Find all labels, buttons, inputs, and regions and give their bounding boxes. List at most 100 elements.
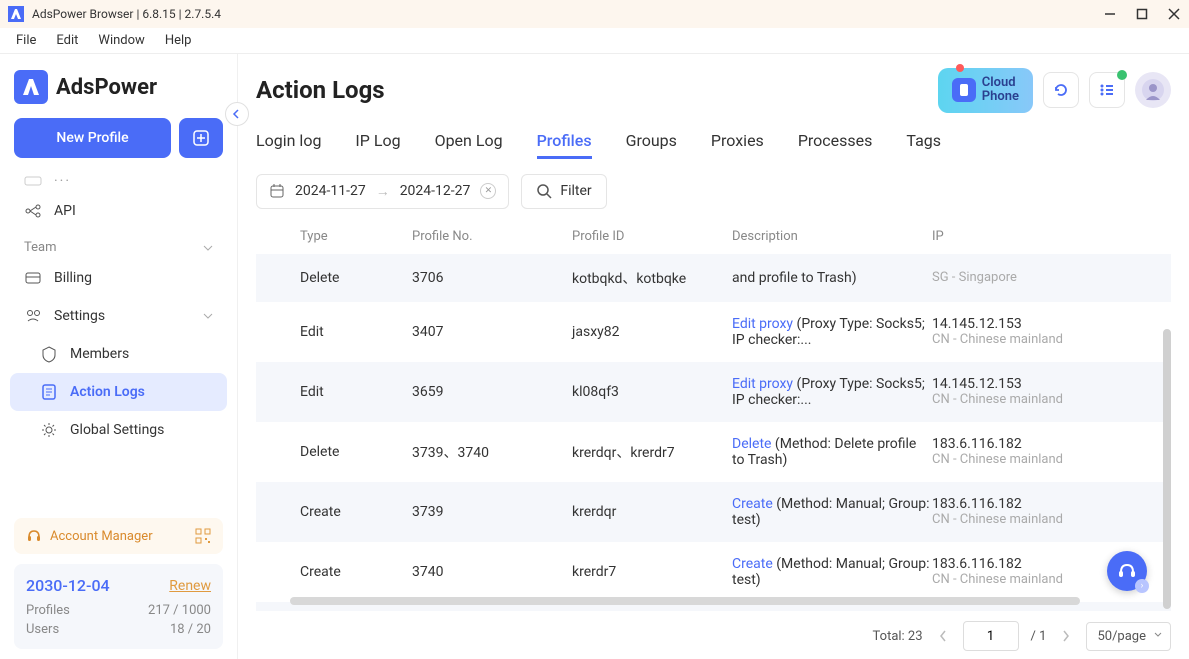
sidebar-item-global-settings[interactable]: Global Settings xyxy=(10,411,227,449)
description-link[interactable]: Edit proxy xyxy=(732,376,793,392)
col-header-description: Description xyxy=(732,229,932,244)
sidebar-item-label: API xyxy=(54,203,76,219)
cloud-phone-button[interactable]: Cloud Phone xyxy=(938,68,1033,113)
users-value: 18 / 20 xyxy=(170,622,211,637)
cell-profile-no: 3739 xyxy=(412,504,572,520)
sidebar-item-label: Global Settings xyxy=(70,422,164,438)
settings-icon xyxy=(24,307,42,325)
tab-processes[interactable]: Processes xyxy=(798,125,873,159)
logo-text: AdsPower xyxy=(56,75,157,100)
sidebar-collapse-button[interactable] xyxy=(225,102,249,126)
list-button[interactable] xyxy=(1089,72,1125,108)
cloud-phone-label: Cloud Phone xyxy=(982,76,1019,105)
rpa-icon xyxy=(24,172,42,190)
profiles-label: Profiles xyxy=(26,603,70,618)
description-link[interactable]: Create xyxy=(732,556,773,572)
table-body[interactable]: Delete3706kotbqkd、kotbqkeand profile to … xyxy=(256,254,1171,611)
notification-dot xyxy=(956,64,964,72)
next-page-button[interactable] xyxy=(1058,630,1074,642)
tab-proxies[interactable]: Proxies xyxy=(711,125,764,159)
sidebar-item-billing[interactable]: Billing xyxy=(10,259,227,297)
description-link[interactable]: Create xyxy=(732,496,773,512)
cell-ip: SG - Singapore xyxy=(932,270,1171,285)
table-row[interactable]: Edit3659kl08qf3Edit proxy (Proxy Type: S… xyxy=(256,362,1171,422)
date-range-picker[interactable]: 2024-11-27 → 2024-12-27 ✕ xyxy=(256,174,509,209)
headset-icon xyxy=(26,528,42,544)
sidebar-item-truncated[interactable]: ··· xyxy=(10,170,227,192)
cell-type: Edit xyxy=(256,384,412,400)
table-row[interactable]: Create3740krerdr7Create (Method: Manual;… xyxy=(256,542,1171,602)
sidebar-item-settings[interactable]: Settings xyxy=(10,297,227,335)
menubar: File Edit Window Help xyxy=(0,28,1189,54)
sidebar-item-api[interactable]: API xyxy=(10,192,227,230)
cell-profile-id: krerdr7 xyxy=(572,564,732,580)
description-link[interactable]: Edit proxy xyxy=(732,316,793,332)
table: Type Profile No. Profile ID Description … xyxy=(256,219,1171,611)
new-profile-button[interactable]: New Profile xyxy=(14,118,171,158)
tab-login-log[interactable]: Login log xyxy=(256,125,321,159)
menu-window[interactable]: Window xyxy=(88,31,154,50)
renew-link[interactable]: Renew xyxy=(169,578,211,594)
profiles-value: 217 / 1000 xyxy=(148,603,211,618)
tab-ip-log[interactable]: IP Log xyxy=(355,125,400,159)
menu-file[interactable]: File xyxy=(6,31,46,50)
status-dot xyxy=(1117,70,1127,80)
cell-profile-no: 3740 xyxy=(412,564,572,580)
vertical-scrollbar[interactable] xyxy=(1163,329,1171,609)
table-header: Type Profile No. Profile ID Description … xyxy=(256,219,1171,254)
search-icon xyxy=(536,183,552,199)
table-row[interactable]: Delete3739、3740krerdqr、krerdr7Delete (Me… xyxy=(256,422,1171,482)
col-header-profile-id: Profile ID xyxy=(572,229,732,244)
users-label: Users xyxy=(26,622,59,637)
account-manager-button[interactable]: Account Manager xyxy=(14,518,223,554)
tab-profiles[interactable]: Profiles xyxy=(537,125,592,159)
tab-groups[interactable]: Groups xyxy=(626,125,677,159)
maximize-button[interactable] xyxy=(1135,7,1149,21)
table-row[interactable]: Create3739krerdqrCreate (Method: Manual;… xyxy=(256,482,1171,542)
page-title: Action Logs xyxy=(256,76,385,104)
prev-page-button[interactable] xyxy=(935,630,951,642)
cell-ip: 14.145.12.153CN - Chinese mainland xyxy=(932,376,1171,407)
cell-description: and profile to Trash) xyxy=(732,270,932,286)
avatar-button[interactable] xyxy=(1135,72,1171,108)
table-row[interactable]: Edit3407jasxy82Edit proxy (Proxy Type: S… xyxy=(256,302,1171,362)
sidebar-item-members[interactable]: Members xyxy=(10,335,227,373)
cell-type: Edit xyxy=(256,324,412,340)
filter-button[interactable]: Filter xyxy=(521,174,606,209)
refresh-button[interactable] xyxy=(1043,72,1079,108)
titlebar-title: AdsPower Browser | 6.8.15 | 2.7.5.4 xyxy=(32,7,221,21)
pagination: Total: 23 / 1 50/page xyxy=(256,611,1171,651)
cell-description: Create (Method: Manual; Group: test) xyxy=(732,496,932,528)
sidebar-item-action-logs[interactable]: Action Logs xyxy=(10,373,227,411)
clear-date-button[interactable]: ✕ xyxy=(480,183,496,199)
horizontal-scrollbar[interactable] xyxy=(290,597,1080,605)
description-link[interactable]: Delete xyxy=(732,436,771,452)
cell-profile-no: 3659 xyxy=(412,384,572,400)
page-size-select[interactable]: 50/page xyxy=(1086,622,1171,651)
tab-tags[interactable]: Tags xyxy=(906,125,941,159)
sidebar-item-label: Billing xyxy=(54,270,92,286)
cell-ip: 14.145.12.153CN - Chinese mainland xyxy=(932,316,1171,347)
sidebar-item-label: Members xyxy=(70,346,129,362)
sidebar-section-team[interactable]: Team xyxy=(10,230,227,259)
date-to: 2024-12-27 xyxy=(400,183,471,199)
expiry-date: 2030-12-04 xyxy=(26,576,110,595)
cell-profile-no: 3407 xyxy=(412,324,572,340)
help-button[interactable]: › xyxy=(1107,551,1147,591)
sidebar: AdsPower New Profile ··· API Team xyxy=(0,54,238,659)
table-row[interactable]: Delete3706kotbqkd、kotbqkeand profile to … xyxy=(256,254,1171,302)
menu-edit[interactable]: Edit xyxy=(46,31,88,50)
minimize-button[interactable] xyxy=(1103,7,1117,21)
cell-ip: 183.6.116.182CN - Chinese mainland xyxy=(932,436,1171,467)
col-header-ip: IP xyxy=(932,229,1171,244)
logo-icon xyxy=(14,70,48,104)
tab-open-log[interactable]: Open Log xyxy=(435,125,503,159)
menu-help[interactable]: Help xyxy=(155,31,202,50)
cell-type: Create xyxy=(256,504,412,520)
members-icon xyxy=(40,345,58,363)
total-pages: / 1 xyxy=(1031,629,1047,644)
sidebar-item-label: Action Logs xyxy=(70,384,145,400)
new-profile-plus-button[interactable] xyxy=(179,118,223,158)
page-input[interactable] xyxy=(963,621,1019,651)
close-button[interactable] xyxy=(1167,7,1181,21)
